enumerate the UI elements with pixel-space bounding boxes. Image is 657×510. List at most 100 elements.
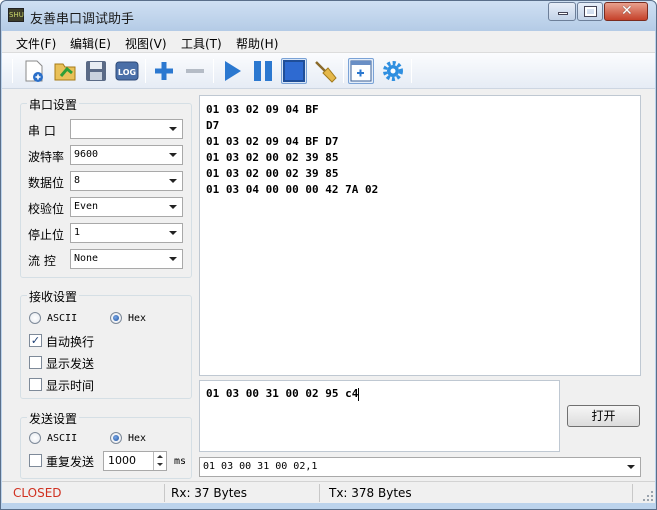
show-send-checkbox[interactable]	[29, 356, 42, 369]
broom-icon	[315, 61, 337, 83]
stepper-arrows[interactable]	[153, 452, 166, 470]
baud-select[interactable]: 9600	[70, 145, 183, 165]
flow-value: None	[74, 253, 99, 264]
open-port-button[interactable]: 打开	[567, 405, 640, 427]
menu-bar: 文件(F) 编辑(E) 视图(V) 工具(T) 帮助(H)	[2, 31, 655, 53]
repeat-send-label: 重复发送	[46, 455, 95, 469]
receive-hex-radio[interactable]	[110, 312, 122, 324]
open-folder-button[interactable]	[52, 58, 78, 84]
minimize-icon	[558, 12, 568, 15]
client-area: 串口设置 串 口 波特率 9600 数据位 8 校验位 Even 停止位 1 流…	[2, 89, 655, 481]
minimize-button[interactable]	[548, 2, 576, 21]
send-history-value: 01 03 00 31 00 02,1	[203, 461, 318, 472]
new-file-button[interactable]	[21, 58, 47, 84]
flow-select[interactable]: None	[70, 249, 183, 269]
window-title: 友善串口调试助手	[30, 12, 135, 27]
parity-value: Even	[74, 201, 99, 212]
pause-icon	[254, 61, 272, 81]
interval-stepper[interactable]: 1000	[103, 451, 167, 471]
interval-value: 1000	[108, 454, 136, 467]
parity-select[interactable]: Even	[70, 197, 183, 217]
maximize-icon	[584, 6, 597, 17]
toolbar-separator	[411, 59, 412, 83]
repeat-send-checkbox[interactable]	[29, 454, 42, 467]
menu-file[interactable]: 文件(F)	[16, 35, 56, 52]
send-ascii-label: ASCII	[47, 433, 78, 444]
stopbits-label: 停止位	[28, 228, 65, 242]
menu-help[interactable]: 帮助(H)	[236, 35, 278, 52]
auto-wrap-label: 自动换行	[46, 335, 95, 349]
flow-label: 流 控	[28, 254, 56, 268]
databits-value: 8	[74, 175, 81, 186]
open-folder-icon	[54, 63, 76, 81]
chevron-down-icon	[627, 465, 635, 469]
receive-line: 01 03 04 00 00 00 42 7A 02	[206, 183, 379, 196]
receive-line: 01 03 02 09 04 BF	[206, 103, 319, 116]
baud-value: 9600	[74, 149, 99, 160]
receive-ascii-radio[interactable]	[29, 312, 41, 324]
save-icon	[86, 61, 106, 81]
databits-label: 数据位	[28, 176, 65, 190]
toolbar-separator	[145, 59, 146, 83]
receive-line: D7	[206, 119, 220, 132]
menu-tools[interactable]: 工具(T)	[181, 35, 222, 52]
settings-button[interactable]	[380, 58, 406, 84]
log-button[interactable]: LOG	[114, 58, 140, 84]
interval-unit: ms	[174, 456, 187, 467]
toolbar: LOG	[2, 53, 655, 89]
chevron-down-icon	[157, 463, 163, 466]
add-window-button[interactable]	[348, 58, 374, 84]
chevron-up-icon	[157, 455, 163, 458]
toolbar-separator	[343, 59, 344, 83]
baud-label: 波特率	[28, 150, 65, 164]
status-divider	[632, 484, 633, 502]
connection-status: CLOSED	[13, 486, 62, 500]
app-window: SHU 友善串口调试助手 ✕ 文件(F) 编辑(E) 视图(V) 工具(T) 帮…	[0, 0, 657, 510]
stopbits-value: 1	[74, 227, 81, 238]
play-button[interactable]	[219, 58, 245, 84]
maximize-button[interactable]	[577, 2, 603, 21]
receive-lines: 01 03 02 09 04 BF D7 01 03 02 09 04 BF D7 0…	[206, 102, 634, 198]
pause-button[interactable]	[250, 58, 276, 84]
receive-line: 01 03 02 09 04 BF D7	[206, 135, 339, 148]
stopbits-select[interactable]: 1	[70, 223, 183, 243]
receive-settings-title: 接收设置	[27, 288, 80, 305]
app-icon: SHU	[8, 8, 24, 22]
resize-grip-icon[interactable]	[642, 490, 654, 502]
receive-textarea[interactable]: 01 03 02 09 04 BF D7 01 03 02 09 04 BF D7 0…	[199, 95, 641, 376]
send-ascii-radio[interactable]	[29, 432, 41, 444]
toolbar-separator	[213, 59, 214, 83]
log-icon-label: LOG	[118, 68, 136, 77]
show-send-label: 显示发送	[46, 357, 95, 371]
title-bar: SHU 友善串口调试助手 ✕	[1, 1, 656, 31]
receive-line: 01 03 02 00 02 39 85	[206, 151, 339, 164]
add-window-icon	[350, 60, 372, 82]
receive-line: 01 03 02 00 02 39 85	[206, 167, 339, 180]
remove-icon	[186, 69, 204, 73]
send-textarea[interactable]: 01 03 00 31 00 02 95 c4	[199, 380, 560, 452]
save-button[interactable]	[83, 58, 109, 84]
add-button[interactable]	[151, 58, 177, 84]
chevron-down-icon	[169, 231, 177, 235]
receive-hex-label: Hex	[128, 313, 147, 324]
show-time-label: 显示时间	[46, 379, 95, 393]
auto-wrap-checkbox[interactable]: ✓	[29, 334, 42, 347]
menu-view[interactable]: 视图(V)	[125, 35, 167, 52]
send-text: 01 03 00 31 00 02 95 c4	[206, 387, 359, 400]
send-settings-title: 发送设置	[27, 410, 80, 427]
close-button[interactable]: ✕	[604, 2, 648, 21]
status-divider	[164, 484, 165, 502]
remove-button[interactable]	[182, 58, 208, 84]
log-icon: LOG	[115, 61, 139, 81]
play-icon	[225, 61, 241, 81]
window-toggle-button[interactable]	[281, 58, 307, 84]
menu-edit[interactable]: 编辑(E)	[70, 35, 111, 52]
show-time-checkbox[interactable]	[29, 378, 42, 391]
databits-select[interactable]: 8	[70, 171, 183, 191]
chevron-down-icon	[169, 179, 177, 183]
port-select[interactable]	[70, 119, 183, 139]
send-hex-radio[interactable]	[110, 432, 122, 444]
clear-button[interactable]	[312, 58, 338, 84]
send-history-select[interactable]: 01 03 00 31 00 02,1	[199, 457, 641, 477]
gear-icon	[383, 61, 403, 81]
